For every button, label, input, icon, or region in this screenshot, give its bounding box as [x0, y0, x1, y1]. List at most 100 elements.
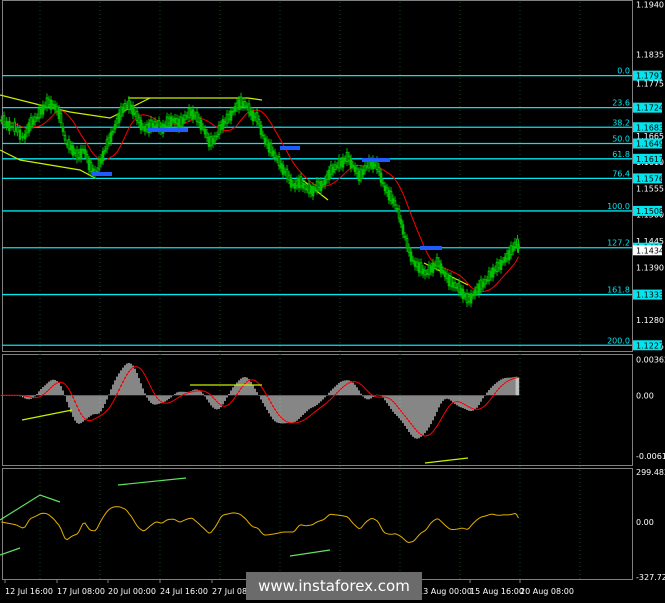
macd-histogram-bar: [90, 395, 92, 416]
macd-histogram-bar: [346, 380, 348, 396]
macd-histogram-bar: [86, 395, 88, 419]
candle-body: [211, 138, 215, 145]
macd-histogram-bar: [316, 395, 318, 405]
macd-histogram-bar: [176, 392, 178, 396]
candle-body: [389, 190, 393, 202]
candle-body: [281, 164, 285, 175]
fib-ratio-label: 76.4: [612, 169, 630, 178]
macd-histogram-bar: [284, 395, 286, 424]
macd-histogram-bar: [204, 395, 206, 397]
candle-body: [269, 143, 273, 154]
candle-body: [73, 152, 77, 155]
macd-histogram-bar: [92, 395, 94, 415]
candle-body: [219, 124, 223, 130]
candle-body: [377, 166, 381, 173]
macd-histogram-bar: [374, 395, 376, 396]
candle-body: [357, 170, 361, 182]
candle-body: [195, 111, 199, 122]
macd-histogram-bar: [468, 395, 470, 411]
fib-ratio-label: 50.0: [612, 135, 630, 144]
candle-body: [23, 133, 27, 140]
macd-histogram-bar: [138, 378, 140, 396]
candle-body: [265, 139, 269, 146]
macd-histogram-bar: [84, 395, 86, 421]
macd-histogram-bar: [264, 395, 266, 407]
candle-body: [471, 294, 475, 297]
macd-histogram-bar: [370, 395, 372, 399]
candle-body: [139, 119, 143, 131]
fib-ratio-label: 0.0: [617, 67, 630, 76]
macd-histogram-bar: [420, 395, 422, 437]
candle-body: [429, 266, 433, 272]
candle-body: [475, 286, 479, 293]
candle-body: [223, 121, 227, 124]
fib-price-tag-text: 1.1724: [636, 104, 664, 113]
macd-histogram-bar: [354, 384, 356, 396]
macd-histogram-bar: [292, 395, 294, 423]
candle-body: [59, 112, 63, 124]
macd-histogram-bar: [132, 365, 134, 396]
macd-histogram-bar: [450, 395, 452, 401]
macd-histogram-bar: [380, 395, 382, 396]
candle-body: [405, 237, 409, 249]
fib-ratio-label: 23.6: [612, 99, 630, 108]
signal-marker: [362, 158, 390, 162]
candle-body: [267, 142, 271, 153]
candle-body: [115, 118, 119, 124]
candle-body: [41, 104, 45, 115]
candle-body: [259, 124, 263, 135]
macd-histogram-bar: [196, 389, 198, 396]
candle-body: [335, 165, 339, 168]
macd-histogram-bar: [376, 394, 378, 396]
candle-body: [381, 182, 385, 185]
macd-histogram-bar: [426, 395, 428, 431]
candle-body: [247, 103, 251, 114]
candle-body: [477, 283, 481, 294]
macd-histogram-bar: [422, 395, 424, 436]
macd-histogram-bar: [490, 387, 492, 396]
candle-body: [423, 269, 427, 276]
time-axis-label: 20 Jul 00:00: [108, 587, 156, 596]
macd-histogram-bar: [154, 395, 156, 405]
macd-histogram-bar: [466, 395, 468, 411]
candle-body: [127, 99, 131, 110]
macd-histogram-bar: [506, 377, 508, 396]
candle-body: [75, 149, 79, 160]
macd-histogram-bar: [108, 394, 110, 396]
candle-body: [171, 119, 175, 122]
candle-body: [57, 108, 61, 119]
candle-body: [5, 120, 8, 127]
candle-body: [449, 276, 453, 287]
macd-histogram-bar: [256, 392, 258, 396]
candle-body: [16, 126, 19, 133]
candle-body: [203, 128, 207, 135]
macd-histogram-bar: [238, 380, 240, 396]
macd-histogram-bar: [478, 395, 480, 406]
candle-body: [287, 174, 291, 181]
macd-histogram-bar: [358, 390, 360, 396]
macd-histogram-bar: [464, 395, 466, 409]
signal-marker: [280, 146, 300, 150]
candle-body: [53, 104, 57, 110]
macd-histogram-bar: [62, 390, 64, 396]
candle-body: [309, 188, 313, 194]
candle-body: [517, 243, 520, 250]
macd-histogram-bar: [106, 395, 108, 400]
candle-body: [81, 148, 85, 151]
candle-body: [501, 260, 505, 263]
candle-body: [133, 112, 137, 115]
candle-body: [315, 180, 319, 191]
macd-histogram-bar: [192, 390, 194, 396]
macd-histogram-bar: [318, 395, 320, 404]
time-axis-label: 17 Jul 08:00: [57, 587, 105, 596]
candle-body: [347, 155, 351, 162]
candle-body: [229, 110, 233, 121]
fib-price-tag-text: 1.1576: [636, 174, 664, 183]
candle-body: [18, 129, 22, 140]
macd-histogram-bar: [326, 395, 328, 396]
macd-histogram-bar: [276, 395, 278, 423]
macd-histogram-bar: [330, 390, 332, 396]
macd-histogram-bar: [174, 393, 176, 396]
macd-histogram-bar: [142, 388, 144, 396]
macd-histogram-bar: [202, 393, 204, 396]
